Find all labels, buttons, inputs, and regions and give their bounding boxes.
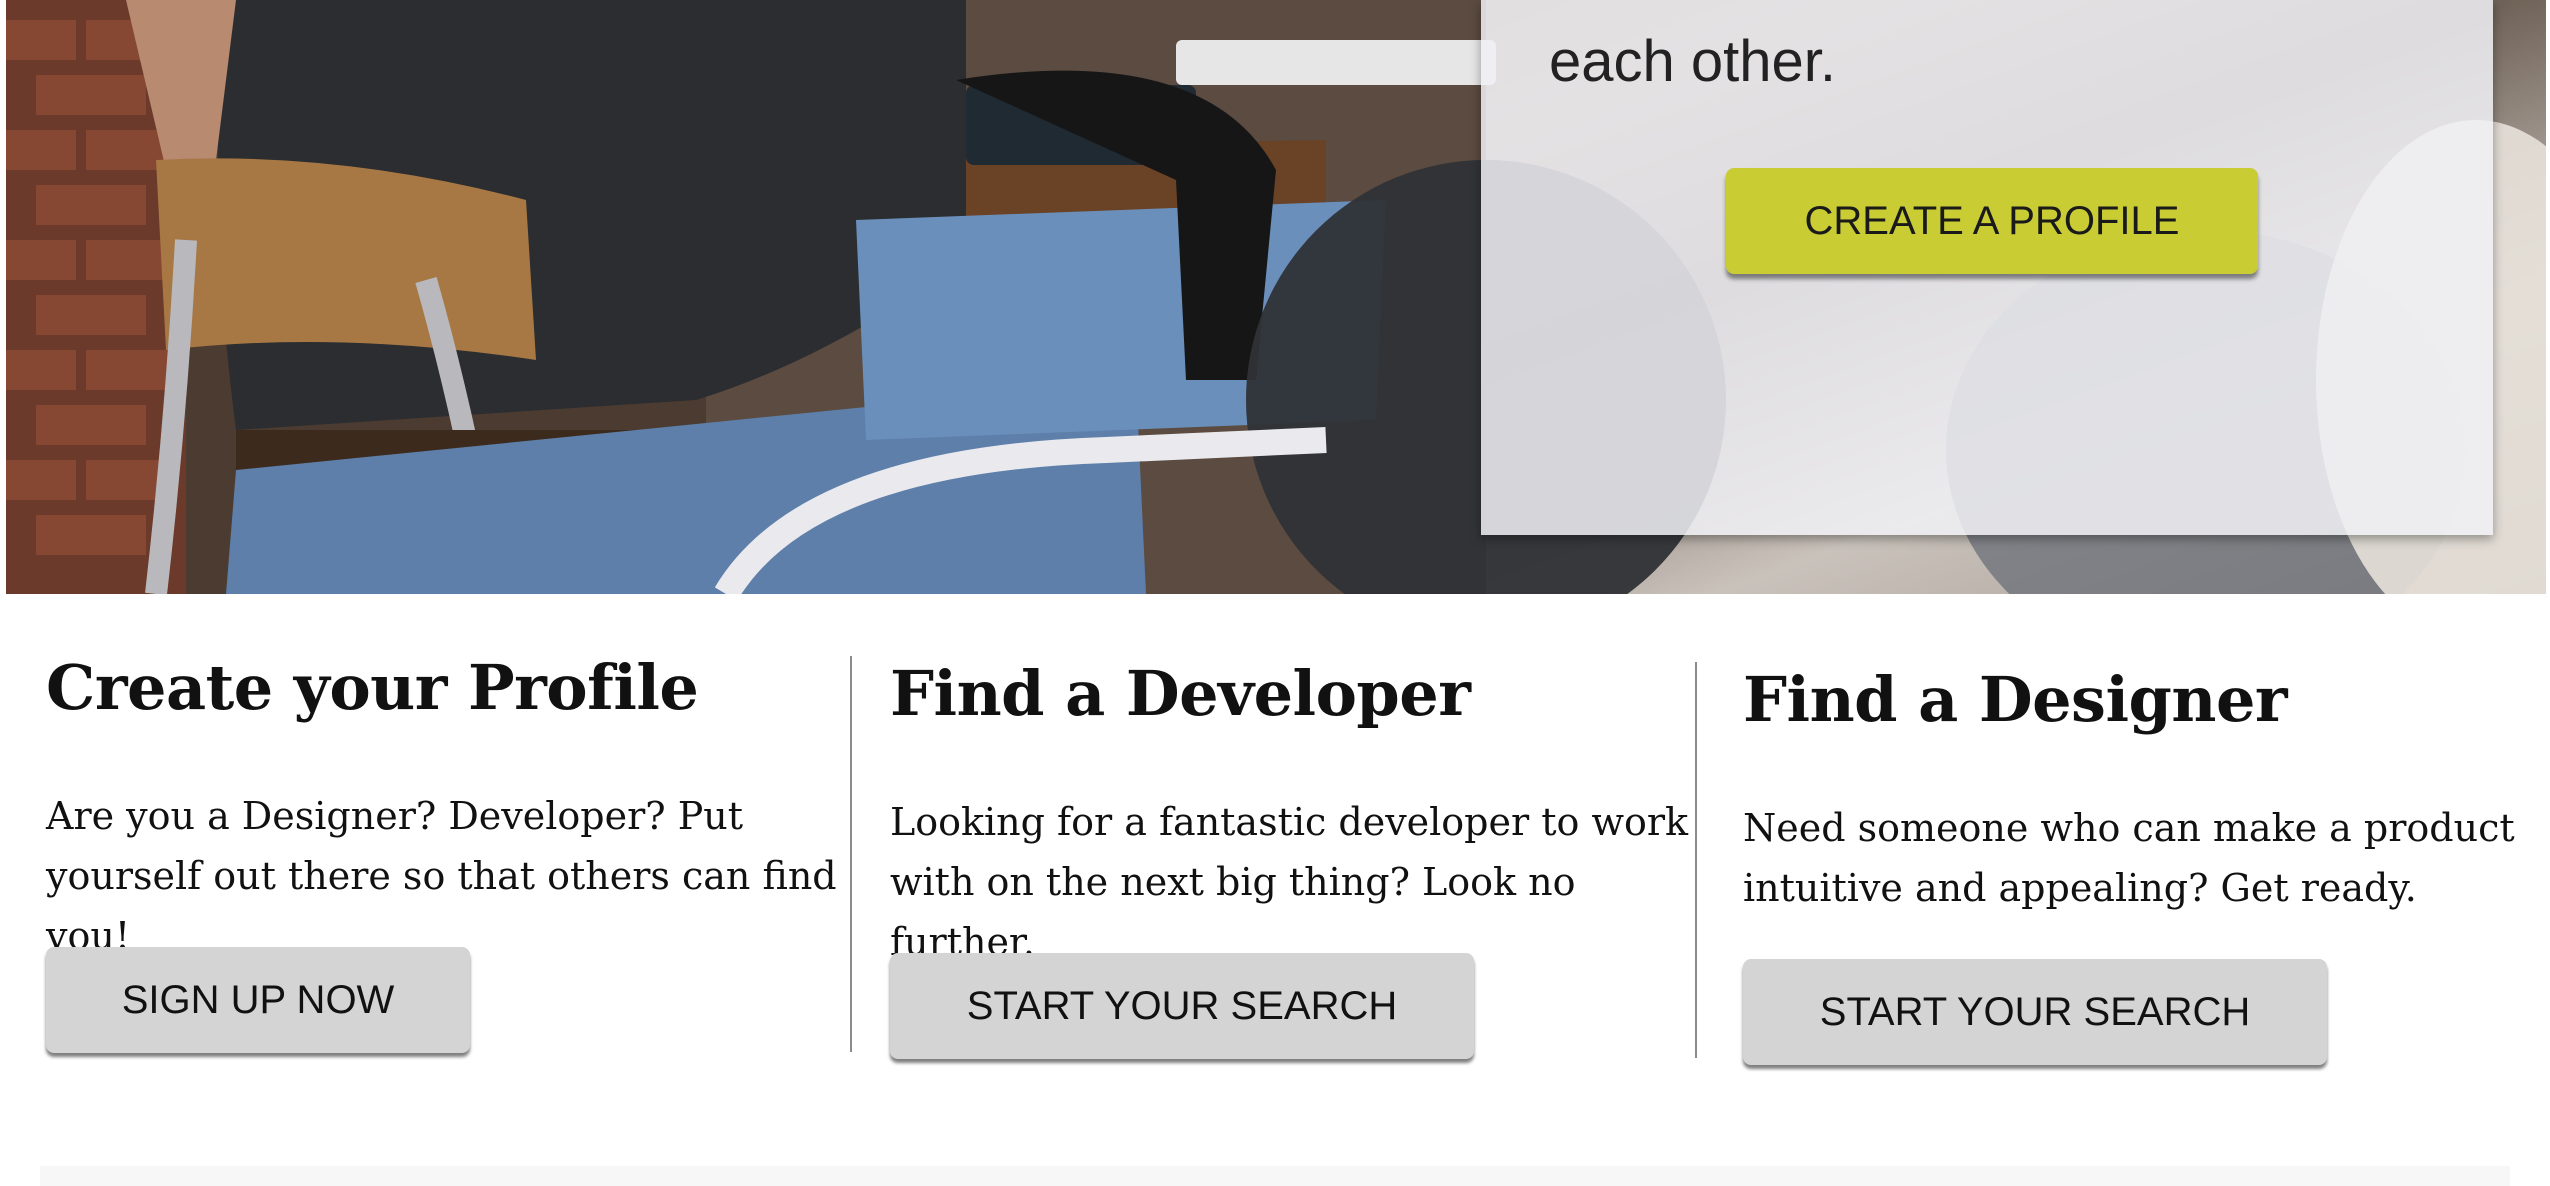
create-profile-button[interactable]: CREATE A PROFILE xyxy=(1726,168,2258,274)
feature-description: Need someone who can make a product intu… xyxy=(1743,806,2515,910)
feature-title: Find a Designer xyxy=(1743,663,2288,736)
footer-strip xyxy=(40,1166,2510,1186)
feature-title: Create your Profile xyxy=(46,651,699,724)
column-divider xyxy=(850,656,852,1052)
start-search-designer-button[interactable]: START YOUR SEARCH xyxy=(1743,959,2327,1065)
start-search-developer-button[interactable]: START YOUR SEARCH xyxy=(890,953,1474,1059)
feature-title: Find a Developer xyxy=(890,657,1471,730)
hero-section: each other. CREATE A PROFILE xyxy=(6,0,2546,594)
hero-info-card: each other. CREATE A PROFILE xyxy=(1481,0,2493,535)
sign-up-now-button[interactable]: SIGN UP NOW xyxy=(46,947,470,1053)
column-divider xyxy=(1695,662,1697,1058)
hero-headline-clipped-line xyxy=(1549,0,1836,22)
feature-description: Are you a Designer? Developer? Put yours… xyxy=(46,794,837,958)
hero-headline: each other. xyxy=(1549,22,1836,102)
hero-headline-fragment: each other. xyxy=(1549,29,1836,94)
feature-description: Looking for a fantastic developer to wor… xyxy=(890,800,1689,964)
